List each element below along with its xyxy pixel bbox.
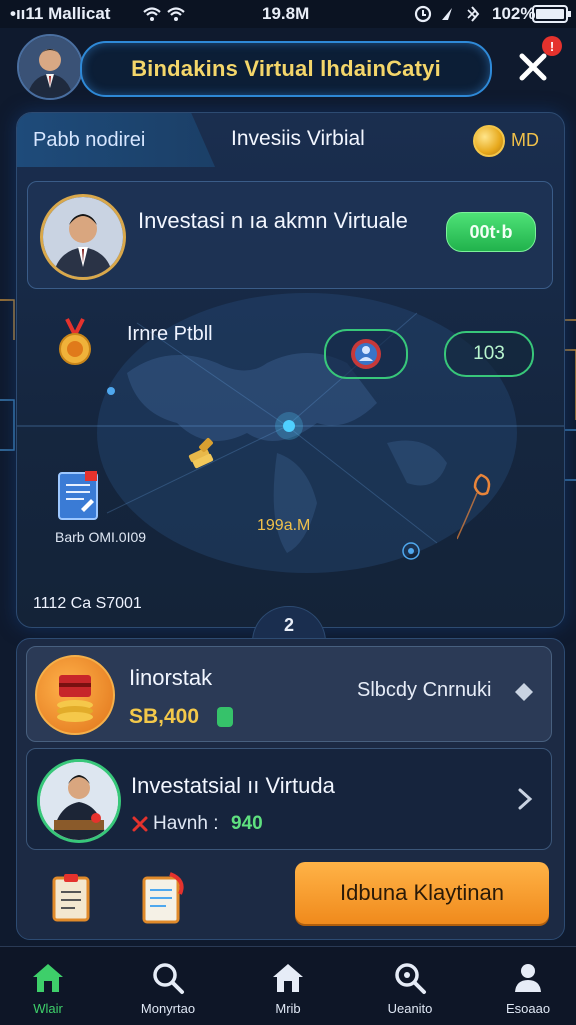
inorstak-status: Slbcdy Cnrnuki xyxy=(357,679,492,701)
close-button[interactable]: ! xyxy=(512,36,562,88)
home-outline-icon xyxy=(273,964,303,992)
cross-icon xyxy=(132,816,148,832)
money-stack-icon xyxy=(188,438,214,469)
document-icon xyxy=(58,471,98,520)
rocket-trail-icon xyxy=(457,473,491,540)
header-title: Bindakins Virtual lhdainCatyi xyxy=(131,56,441,81)
treasure-chest-icon xyxy=(57,675,93,722)
search-icon xyxy=(395,963,426,994)
tab-virtual-investing[interactable]: Invesiis Virbial xyxy=(231,127,365,151)
coin-label: MD xyxy=(511,130,539,150)
investor-profile-panel: Investasi n ıa akmn Virtuale 00t·b xyxy=(27,181,553,289)
investor-value-pill[interactable]: 00t·b xyxy=(446,212,536,252)
profile-badge-button[interactable] xyxy=(324,329,408,379)
nav-item-profile[interactable]: Esoaao xyxy=(480,947,576,1025)
document-label: Barb OMI.0I09 xyxy=(55,529,147,545)
home-icon xyxy=(33,964,63,992)
investasi-meta-label: Havnh : xyxy=(153,813,219,834)
investment-main-card: Pabb nodirei Invesiis Virbial MD Investa… xyxy=(16,112,565,628)
businessman-icon xyxy=(40,762,118,840)
header-title-pill: Bindakins Virtual lhdainCatyi xyxy=(80,41,492,97)
investor-avatar xyxy=(40,194,126,280)
carrier-label: •ıı11 Mallicat xyxy=(10,4,111,23)
notification-badge: ! xyxy=(542,36,562,56)
investasi-meta-value: 940 xyxy=(231,813,263,834)
nav-label-profile: Esoaao xyxy=(505,1001,551,1016)
nav-item-main[interactable]: Mrib xyxy=(240,947,336,1025)
wifi-icon xyxy=(143,7,185,21)
card-footer-label: 1112 Ca S7001 xyxy=(33,595,142,612)
clipboard-button[interactable] xyxy=(50,872,94,924)
tab-personal[interactable]: Pabb nodirei xyxy=(17,113,215,167)
report-icon xyxy=(142,872,184,924)
coin-icon xyxy=(473,125,505,157)
center-amount: 199a.M xyxy=(257,517,311,534)
primary-action-button[interactable]: Idbuna Klaytinan xyxy=(295,862,549,924)
inorstak-amount: SB,400 xyxy=(129,705,200,728)
metric-value-pill[interactable]: 103 xyxy=(444,331,534,377)
person-avatar-icon xyxy=(43,197,123,277)
clipboard-icon xyxy=(52,874,90,922)
inorstak-title: Iinorstak xyxy=(129,665,213,690)
investor-value: 00t·b xyxy=(469,221,513,242)
diamond-icon xyxy=(515,683,533,701)
nav-label-home: Wlair xyxy=(33,1001,63,1016)
chevron-right-icon xyxy=(518,788,533,810)
inorstak-card[interactable]: Iinorstak SB,400 Slbcdy Cnrnuki xyxy=(26,646,552,742)
nav-item-home[interactable]: Wlair xyxy=(0,947,96,1025)
tab-personal-label: Pabb nodirei xyxy=(33,128,146,151)
investasi-title: Investatsial ıı Virtuda xyxy=(131,773,335,798)
search-icon xyxy=(153,963,184,994)
nav-label-search: Ueanito xyxy=(387,1001,433,1016)
nav-label-monitor: Monyrtao xyxy=(140,1001,196,1016)
bottom-navigation: Wlair Monyrtao Mrib Ueanito Esoaao xyxy=(0,946,576,1025)
treasure-avatar xyxy=(35,655,115,735)
battery-percent: 102% xyxy=(492,4,536,23)
investasi-avatar xyxy=(37,759,121,843)
report-button[interactable] xyxy=(140,870,188,926)
profile-avatar[interactable] xyxy=(17,34,83,100)
cash-icon xyxy=(217,707,233,727)
investor-name: Investasi n ıa akmn Virtuale xyxy=(138,208,408,233)
person-avatar-icon xyxy=(19,36,81,98)
primary-action-label: Idbuna Klaytinan xyxy=(340,880,504,905)
investasi-card[interactable]: Investatsial ıı Virtuda Havnh : 940 xyxy=(26,748,552,850)
status-bar: •ıı11 Mallicat 19.8M 102% xyxy=(0,0,576,28)
status-icons xyxy=(414,5,480,23)
nav-item-search[interactable]: Ueanito xyxy=(362,947,458,1025)
medal-icon xyxy=(59,318,91,365)
user-icon xyxy=(515,964,541,992)
nav-item-monitor[interactable]: Monyrtao xyxy=(120,947,216,1025)
metric-label: Irnre Ptbll xyxy=(127,323,213,345)
clock: 19.8M xyxy=(262,4,310,23)
nav-label-main: Mrib xyxy=(275,1001,301,1016)
battery-icon xyxy=(532,5,571,23)
metric-value: 103 xyxy=(473,343,505,364)
user-badge-icon xyxy=(351,339,381,369)
